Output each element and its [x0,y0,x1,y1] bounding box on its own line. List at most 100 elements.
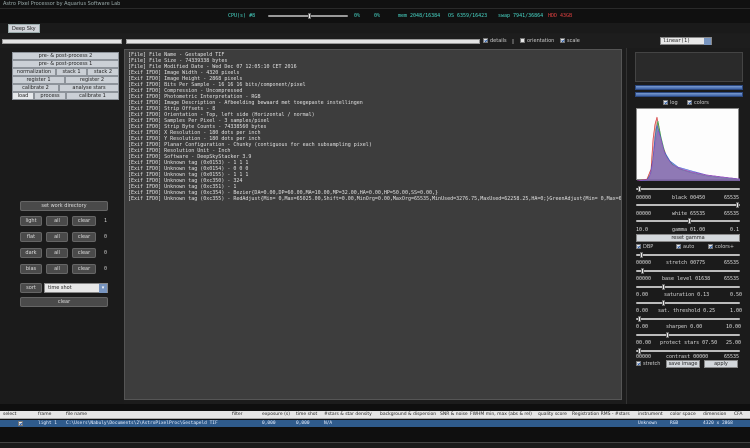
tab-stack-2[interactable]: stack 2 [87,68,119,76]
column-header[interactable]: select [3,412,16,417]
scale-toggle[interactable]: scale [560,38,580,44]
bias-clear-button[interactable]: clear [72,264,96,274]
table-header: select frame file name filter exposure (s) ti… [0,411,750,419]
table-row[interactable]: light 1 C:\Users\Nabuly\Documents\2\Astro… [0,420,750,427]
gamma-slider-knob[interactable] [688,218,691,224]
stretch-mode-select[interactable]: linear(1) [660,37,712,45]
sharpen-slider-knob[interactable] [638,316,641,322]
info-line: [Exif IFD0] Unknown tag (0xc355) - RedAd… [128,196,622,202]
tab-calibrate-2[interactable]: calibrate 2 [12,84,59,92]
stretch-slider-knob[interactable] [640,252,643,258]
stretch-checkbox[interactable] [636,361,641,366]
white-slider-knob[interactable] [736,202,739,208]
column-header[interactable]: quality score [538,412,567,417]
scale-checkbox[interactable] [560,38,565,43]
reset-gamma-button[interactable]: reset gamma [636,234,740,242]
colors-plus-toggle[interactable]: colors+ [708,244,734,250]
column-header[interactable]: filter [232,412,242,417]
column-header[interactable]: dimension [703,412,726,417]
tab-load[interactable]: load [12,92,34,100]
colors-toggle[interactable]: colors [687,100,709,106]
cpu-slider[interactable] [268,13,348,19]
log-toggle[interactable]: log [663,100,678,106]
sat-threshold-slider[interactable] [636,300,740,306]
protect-stars-slider-knob[interactable] [666,332,669,338]
stretch-slider[interactable] [636,252,740,258]
gamma-slider[interactable] [636,218,740,224]
column-header[interactable]: time shot [296,412,317,417]
tab-register-1[interactable]: register 1 [12,76,65,84]
table-cell: 4320 x 2868 [703,421,733,426]
orientation-toggle[interactable]: orientation [520,38,554,44]
colors-plus-checkbox[interactable] [708,244,713,249]
auto-checkbox[interactable] [676,244,681,249]
orientation-checkbox[interactable] [520,38,525,43]
flat-clear-button[interactable]: clear [72,232,96,242]
horizontal-scrollbar[interactable] [0,442,750,448]
base-level-slider-knob[interactable] [641,268,644,274]
column-header[interactable]: instrument [638,412,663,417]
dark-button[interactable]: dark [20,248,42,258]
log-checkbox[interactable] [663,100,668,105]
column-header[interactable]: file name [66,412,87,417]
cpu-slider-knob[interactable] [308,13,311,19]
column-header[interactable]: color space [670,412,696,417]
black-slider-knob[interactable] [638,186,641,192]
column-header[interactable]: background & dispersion [380,412,436,417]
tab-pre-post-1[interactable]: pre- & post-process 1 [12,60,119,68]
contrast-slider[interactable] [636,348,740,354]
sort-select[interactable]: time shot ▾ [44,283,108,293]
light-button[interactable]: light [20,216,42,226]
stretch-toggle[interactable]: stretch [636,361,660,367]
tab-process[interactable]: process [34,92,66,100]
column-header[interactable]: CFA [734,412,742,417]
column-header[interactable]: FWHM min, max (abs & rel) [470,412,532,417]
tab-calibrate-1[interactable]: calibrate 1 [66,92,119,100]
black-slider[interactable] [636,186,740,192]
dbp-toggle[interactable]: DBP [636,244,653,250]
saturation-slider[interactable] [636,284,740,290]
column-header[interactable]: #stars & star density [324,412,372,417]
sort-value: time shot [48,285,72,291]
column-header[interactable]: Registration RMS - #stars [572,412,630,417]
bias-button[interactable]: bias [20,264,42,274]
clear-button[interactable]: clear [20,297,108,307]
save-image-button[interactable]: save image [666,360,700,368]
dark-clear-button[interactable]: clear [72,248,96,258]
sharpen-slider[interactable] [636,316,740,322]
auto-toggle[interactable]: auto [676,244,694,250]
set-work-directory-button[interactable]: set work directory [20,201,108,211]
tab-analyse-stars[interactable]: analyse stars [59,84,119,92]
tab-deep-sky[interactable]: Deep Sky [8,24,40,33]
blue-bar-1 [635,85,743,90]
tab-register-2[interactable]: register 2 [65,76,119,84]
saturation-slider-knob[interactable] [662,284,665,290]
light-clear-button[interactable]: clear [72,216,96,226]
chevron-down-icon: ▾ [99,284,107,293]
dark-all-button[interactable]: all [46,248,68,258]
protect-stars-slider[interactable] [636,332,740,338]
bias-all-button[interactable]: all [46,264,68,274]
log-label: log [670,100,678,106]
flat-button[interactable]: flat [20,232,42,242]
details-toggle[interactable]: details [483,38,507,44]
column-header[interactable]: exposure (s) [262,412,290,417]
colors-checkbox[interactable] [687,100,692,105]
column-header[interactable]: frame [38,412,51,417]
tab-normalization[interactable]: normalization [12,68,56,76]
tab-stack-1[interactable]: stack 1 [56,68,87,76]
flat-all-button[interactable]: all [46,232,68,242]
dbp-checkbox[interactable] [636,244,641,249]
apply-button[interactable]: apply [704,360,738,368]
flat-count: 0 [104,234,108,240]
column-header[interactable]: SNR & noise [440,412,468,417]
tab-pre-post-2[interactable]: pre- & post-process 2 [12,52,119,60]
white-slider[interactable] [636,202,740,208]
details-checkbox[interactable] [483,38,488,43]
row-select-checkbox[interactable] [18,421,23,426]
window-title: Astro Pixel Processor by Aquarius Softwa… [0,0,750,9]
table-cell: C:\Users\Nabuly\Documents\2\AstroPixelPr… [66,421,218,426]
sat-threshold-slider-knob[interactable] [662,300,665,306]
light-all-button[interactable]: all [46,216,68,226]
base-level-slider[interactable] [636,268,740,274]
